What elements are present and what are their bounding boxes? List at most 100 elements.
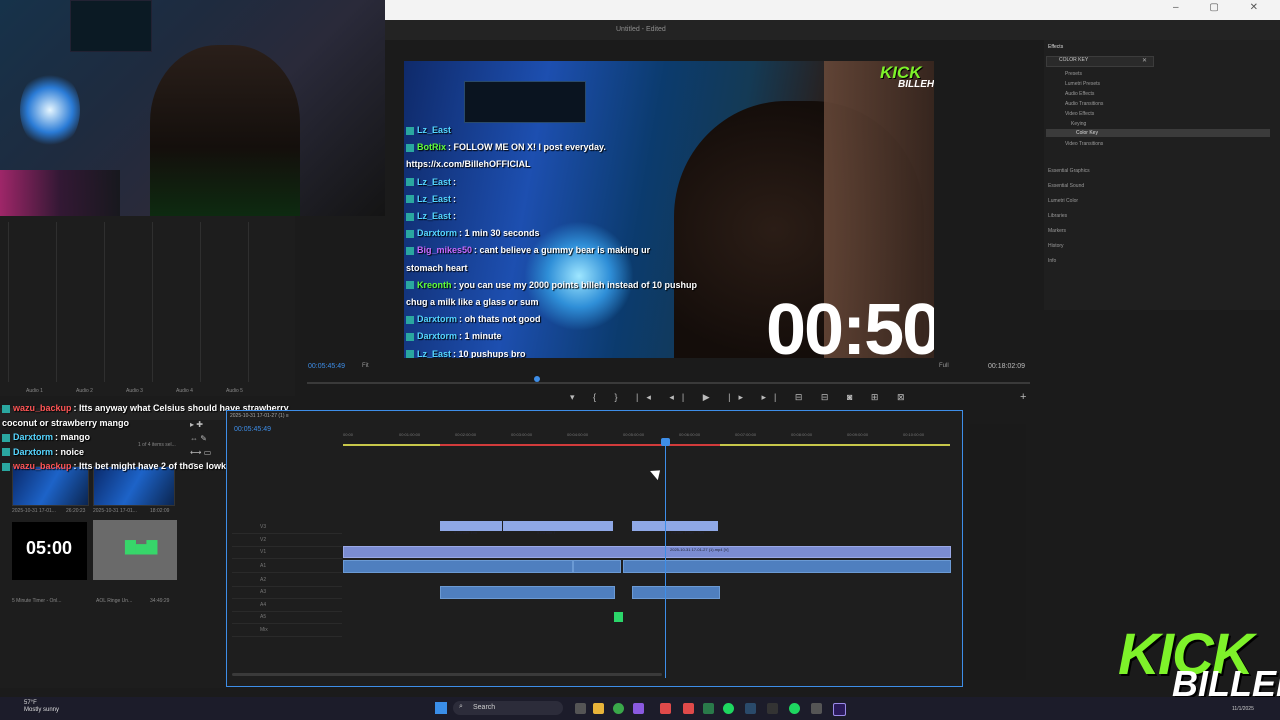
- chrome-icon[interactable]: [613, 703, 624, 714]
- panel-lumetri-color[interactable]: Lumetri Color: [1048, 198, 1078, 204]
- chat-text: : you can use my 2000 points billeh inst…: [453, 279, 698, 290]
- audio-thumbnail[interactable]: ▇▅▇: [93, 520, 177, 580]
- timeline-clip-audio[interactable]: [614, 612, 623, 622]
- track-header-a5[interactable]: A5: [232, 611, 342, 624]
- search-icon: ⌕: [459, 703, 463, 710]
- track-header-mix[interactable]: Mix: [232, 624, 342, 637]
- ruler-label: 00:01:00:00: [399, 432, 421, 437]
- thumb-label: 2025-10-31 17-01...: [93, 508, 137, 514]
- file-explorer-icon[interactable]: [593, 703, 604, 714]
- app-icon[interactable]: [633, 703, 644, 714]
- chat-message: Darxtorm: 1 minute: [406, 331, 502, 341]
- ruler-label: 00:05:00:00: [623, 432, 645, 437]
- track-header-v1[interactable]: V1: [232, 546, 342, 559]
- timeline-clip-audio[interactable]: [573, 560, 621, 573]
- app-icon[interactable]: [789, 703, 800, 714]
- ruler-label: 00:02:00:00: [455, 432, 477, 437]
- chat-username: BotRix: [417, 142, 446, 153]
- timeline-ruler[interactable]: 00:00 00:01:00:00 00:02:00:00 00:03:00:00 00…: [343, 430, 950, 444]
- ruler-label: 00:04:00:00: [567, 432, 589, 437]
- chat-badge-icon: [406, 333, 414, 342]
- add-button-icon[interactable]: +: [1020, 391, 1026, 403]
- tools-panel[interactable]: ▸ ✚ ⇔ ✎ ⟷ ▭ T: [190, 418, 220, 488]
- panel-essential-sound[interactable]: Essential Sound: [1048, 183, 1084, 189]
- timeline-clip-v1[interactable]: 2025-10-31 17-01-27 (1).mp4 [V]: [343, 546, 951, 558]
- playhead-handle[interactable]: [661, 438, 670, 446]
- app-icon[interactable]: [660, 703, 671, 714]
- panel-essential-graphics[interactable]: Essential Graphics: [1048, 168, 1090, 174]
- app-icon[interactable]: [703, 703, 714, 714]
- timeline-playhead[interactable]: [665, 438, 666, 678]
- effects-item-selected[interactable]: Color Key: [1076, 130, 1098, 136]
- app-icon[interactable]: [683, 703, 694, 714]
- audio-track-label: Audio 3: [126, 388, 143, 394]
- start-icon[interactable]: [435, 702, 447, 714]
- panel-info[interactable]: Info: [1048, 258, 1056, 264]
- timeline-clip-audio[interactable]: [632, 586, 720, 599]
- ruler-label: 00:10:00:00: [903, 432, 925, 437]
- timeline-clip[interactable]: 5 Minute Timer - Onl: [632, 521, 718, 535]
- chat-username: Lz_East: [417, 193, 452, 204]
- chat-badge-icon: [2, 404, 10, 413]
- window-controls[interactable]: – ▢ ✕: [1173, 2, 1272, 13]
- effects-item[interactable]: Audio Transitions: [1065, 101, 1103, 107]
- timeline-scrollbar[interactable]: [232, 673, 662, 676]
- effects-item[interactable]: Keying: [1071, 121, 1086, 127]
- effects-item[interactable]: Video Transitions: [1065, 141, 1103, 147]
- chat-badge-icon: [406, 126, 414, 135]
- effects-search-input[interactable]: COLOR KEY: [1046, 56, 1154, 67]
- panel-markers[interactable]: Markers: [1048, 228, 1066, 234]
- effects-item[interactable]: Presets: [1065, 71, 1082, 77]
- chat-badge-icon: [406, 178, 414, 187]
- track-header-a3[interactable]: A3: [232, 586, 342, 599]
- effects-item[interactable]: Audio Effects: [1065, 91, 1094, 97]
- chat-text: : mango: [55, 432, 91, 442]
- timeline-clip[interactable]: 5 Minute Tim: [440, 521, 502, 535]
- timeline-clip-audio[interactable]: [623, 560, 951, 573]
- chat-message: BotRix: FOLLOW ME ON X! I post everyday.: [406, 142, 606, 152]
- task-view-icon[interactable]: [575, 703, 586, 714]
- thumb-label: 2025-10-31 17-01...: [12, 508, 56, 514]
- sequence-tab[interactable]: 2025-10-31 17-01-27 (1) ≡: [230, 413, 289, 419]
- chat-username: Darxtorm: [13, 432, 54, 442]
- program-monitor[interactable]: KICK BILLEH Lz_East BotRix: FOLLOW ME ON …: [404, 61, 934, 358]
- taskbar-search[interactable]: ⌕ Search: [453, 701, 563, 715]
- timeline-clip-audio[interactable]: [440, 586, 615, 599]
- effects-item[interactable]: Video Effects: [1065, 111, 1094, 117]
- transport-controls[interactable]: ▾ { } |◂ ◂| ▶ |▸ ▸| ⊟ ⊟ ◙ ⊞ ⊠: [570, 392, 912, 403]
- meter-column: [200, 222, 245, 382]
- document-title: Untitled - Edited: [616, 26, 666, 33]
- premiere-pro-icon[interactable]: [833, 703, 846, 716]
- chat-text: : oh thats not good: [459, 314, 541, 325]
- timer-thumb-text: 05:00: [26, 538, 73, 558]
- program-scrubber[interactable]: [307, 382, 1030, 384]
- timeline-clip-audio[interactable]: [343, 560, 573, 573]
- chat-message: https://x.com/BillehOFFICIAL: [406, 159, 531, 169]
- program-playhead[interactable]: [534, 376, 540, 382]
- chat-badge-icon: [406, 350, 414, 358]
- webcam-monitor: [70, 0, 152, 52]
- chat-message: Darxtorm: mango: [2, 432, 90, 442]
- panel-libraries[interactable]: Libraries: [1048, 213, 1067, 219]
- track-header-v3[interactable]: V3: [232, 521, 342, 534]
- track-header-a1[interactable]: A1: [232, 560, 342, 573]
- effects-item[interactable]: Lumetri Presets: [1065, 81, 1100, 87]
- timeline-timecode[interactable]: 00:05:45:49: [234, 426, 271, 433]
- app-icon[interactable]: [767, 703, 778, 714]
- weather-widget[interactable]: 57°F Mostly sunny: [24, 700, 59, 714]
- zoom-select[interactable]: Fit: [362, 363, 369, 369]
- chat-message: stomach heart: [406, 263, 468, 273]
- audio-track-label: Audio 2: [76, 388, 93, 394]
- audio-track-label: Audio 4: [176, 388, 193, 394]
- spotify-icon[interactable]: [723, 703, 734, 714]
- clear-search-icon[interactable]: ✕: [1142, 57, 1147, 64]
- panel-history[interactable]: History: [1048, 243, 1064, 249]
- resolution-select[interactable]: Full: [939, 363, 949, 369]
- app-icon[interactable]: [745, 703, 756, 714]
- timeline-clip[interactable]: 5 Minute T: [503, 521, 613, 535]
- timer-thumbnail[interactable]: 05:00: [12, 522, 87, 580]
- settings-icon[interactable]: [811, 703, 822, 714]
- master-audio-meter: [968, 424, 1026, 680]
- program-timecode[interactable]: 00:05:45:49: [308, 363, 345, 370]
- chat-username: Lz_East: [417, 176, 452, 187]
